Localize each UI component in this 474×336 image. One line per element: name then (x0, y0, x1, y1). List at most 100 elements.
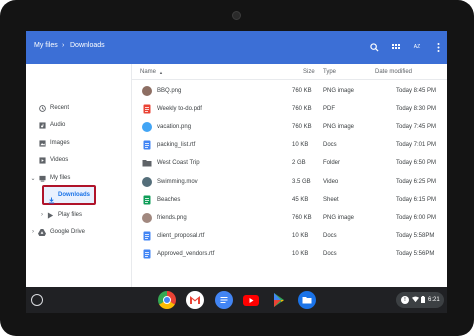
sidebar-item-audio[interactable]: Audio (26, 118, 132, 132)
file-date: Today 5:56PM (396, 250, 435, 257)
file-name: Beaches (157, 196, 181, 203)
table-row[interactable]: packing_list.rtf 10 KB Docs Today 7:01 PM (132, 136, 447, 154)
file-size: 760 KB (292, 88, 312, 94)
sidebar-item-google-drive[interactable]: › Google Drive (26, 225, 132, 239)
gmail-icon[interactable] (186, 291, 204, 309)
file-list: Name ▲ Size Type Date modified BBQ.png 76… (132, 64, 447, 287)
docs-icon[interactable] (215, 291, 233, 309)
play-store-icon[interactable] (270, 291, 288, 309)
file-type: PDF (323, 106, 335, 113)
file-list-header: Name ▲ Size Type Date modified (132, 64, 447, 80)
file-size: 10 KB (292, 232, 309, 239)
file-type: PNG image (323, 88, 355, 94)
file-name: Approved_vendors.rtf (157, 250, 215, 257)
drive-icon (38, 228, 46, 236)
sidebar: Recent Audio Images Videos ⌄ My files Do… (26, 64, 132, 287)
file-date: Today 6:15 PM (396, 196, 437, 203)
chevron-right-icon[interactable]: › (38, 211, 46, 219)
file-name: West Coast Trip (157, 160, 200, 167)
file-type: Video (323, 178, 339, 185)
table-row[interactable]: Beaches 45 KB Sheet Today 6:15 PM (132, 191, 447, 209)
sidebar-item-label: Images (50, 140, 70, 146)
table-row[interactable]: Weekly to-do.pdf 760 KB PDF Today 8:30 PM (132, 100, 447, 118)
file-date: Today 7:01 PM (396, 142, 437, 149)
pdf-icon (142, 104, 152, 114)
column-header-date[interactable]: Date modified (375, 69, 412, 75)
table-row[interactable]: friends.png 760 KB PNG image Today 6:00 PM (132, 209, 447, 227)
camera-icon (232, 11, 241, 20)
file-date: Today 7:45 PM (396, 124, 437, 131)
table-row[interactable]: vacation.png 760 KB PNG image Today 7:45 PM (132, 118, 447, 136)
sidebar-item-videos[interactable]: Videos (26, 153, 132, 167)
sidebar-item-label: Google Drive (50, 229, 86, 235)
file-name: client_proposal.rtf (157, 232, 205, 239)
sidebar-item-images[interactable]: Images (26, 136, 132, 150)
status-tray[interactable]: ! 6:21 (396, 292, 444, 308)
sidebar-item-label: Recent (50, 105, 70, 111)
sidebar-item-label: Downloads (58, 192, 91, 198)
table-row[interactable]: Swimming.mov 3.5 GB Video Today 6:25 PM (132, 173, 447, 191)
grid-view-icon[interactable] (389, 40, 403, 54)
shelf: ! 6:21 (26, 287, 447, 313)
breadcrumb-my-files[interactable]: My files (34, 42, 58, 49)
breadcrumb-separator: › (62, 42, 65, 49)
file-date: Today 6:00 PM (396, 214, 437, 221)
file-name: Swimming.mov (157, 178, 198, 185)
file-type: Docs (323, 142, 337, 149)
breadcrumb-downloads[interactable]: Downloads (70, 42, 105, 49)
app-header: My files › Downloads AZ (26, 31, 447, 64)
more-vert-icon[interactable] (431, 40, 445, 54)
file-size: 760 KB (292, 214, 312, 221)
sidebar-item-label: Audio (50, 122, 66, 128)
file-type: Docs (323, 250, 337, 257)
video-icon (38, 156, 46, 164)
doc-icon (142, 249, 152, 259)
sidebar-item-recent[interactable]: Recent (26, 101, 132, 115)
column-header-name[interactable]: Name (140, 69, 156, 75)
notification-icon: ! (401, 296, 409, 304)
youtube-icon[interactable] (242, 291, 260, 309)
table-row[interactable]: West Coast Trip 2 GB Folder Today 6:50 PM (132, 154, 447, 172)
files-icon[interactable] (298, 291, 316, 309)
sidebar-item-play-files[interactable]: › Play files (26, 208, 132, 222)
file-size: 45 KB (292, 196, 309, 203)
file-date: Today 6:25 PM (396, 178, 437, 185)
sidebar-item-label: Play files (58, 212, 83, 218)
sidebar-item-downloads[interactable]: Downloads (42, 185, 96, 205)
column-header-type[interactable]: Type (323, 69, 336, 75)
search-icon[interactable] (367, 40, 381, 54)
file-name: packing_list.rtf (157, 142, 196, 149)
sort-az-icon[interactable]: AZ (410, 40, 424, 54)
file-size: 2 GB (292, 160, 306, 167)
clock-icon (38, 104, 46, 112)
image-thumb-icon (142, 212, 152, 223)
sidebar-item-my-files[interactable]: ⌄ My files (26, 171, 132, 185)
file-date: Today 8:45 PM (396, 88, 437, 94)
clock-time: 6:21 (428, 297, 440, 303)
chevron-right-icon[interactable]: › (29, 228, 37, 236)
audio-icon (38, 121, 46, 129)
file-name: BBQ.png (157, 88, 182, 94)
chrome-icon[interactable] (158, 291, 176, 309)
column-header-size[interactable]: Size (303, 69, 315, 75)
file-type: Docs (323, 232, 337, 239)
file-type: Folder (323, 160, 341, 167)
table-row[interactable]: Approved_vendors.rtf 10 KB Docs Today 5:56P… (132, 245, 447, 263)
launcher-icon[interactable] (31, 294, 43, 306)
file-size: 10 KB (292, 142, 309, 149)
sheet-icon (142, 195, 152, 205)
table-row[interactable]: client_proposal.rtf 10 KB Docs Today 5:58PM (132, 227, 447, 245)
table-row[interactable]: BBQ.png 760 KB PNG image Today 8:45 PM (132, 82, 447, 100)
file-date: Today 5:58PM (396, 232, 435, 239)
battery-icon (421, 296, 425, 305)
computer-icon (38, 174, 46, 182)
doc-icon (142, 231, 152, 241)
file-size: 760 KB (292, 106, 312, 113)
chevron-down-icon[interactable]: ⌄ (29, 174, 37, 182)
file-type: Sheet (323, 196, 339, 203)
file-date: Today 8:30 PM (396, 106, 437, 113)
file-name: Weekly to-do.pdf (157, 106, 202, 113)
sort-arrow-icon: ▲ (159, 70, 163, 75)
video-thumb-icon (142, 176, 152, 187)
sidebar-item-label: My files (50, 175, 71, 181)
